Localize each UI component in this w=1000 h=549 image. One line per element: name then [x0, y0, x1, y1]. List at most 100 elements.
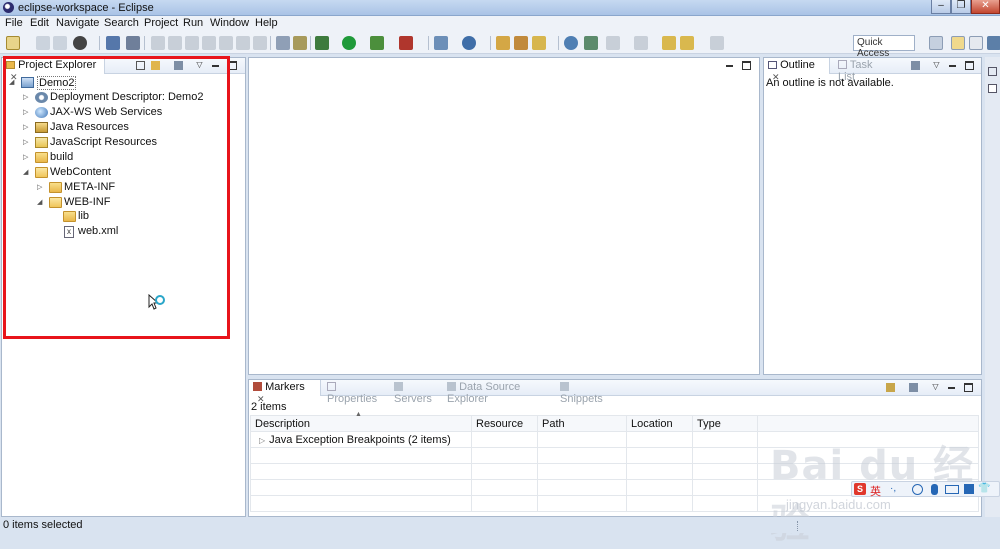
servers-icon: [394, 382, 403, 391]
new-icon[interactable]: [6, 36, 20, 50]
coverage-icon[interactable]: [370, 36, 384, 50]
resume-icon[interactable]: [151, 36, 165, 50]
annotation-icon[interactable]: [584, 36, 598, 50]
column-header-resource[interactable]: Resource: [471, 415, 538, 432]
column-header-location[interactable]: Location: [626, 415, 693, 432]
table-header-row: Description ▲ Resource Path Location Type: [250, 411, 979, 432]
table-row[interactable]: ▷ Java Exception Breakpoints (2 items): [250, 431, 979, 448]
maximize-view-icon[interactable]: [964, 383, 973, 392]
restore-icon[interactable]: [988, 67, 997, 76]
filters-icon[interactable]: [886, 383, 895, 392]
menu-bar: File Edit Navigate Search Project Run Wi…: [0, 16, 1000, 32]
microphone-icon[interactable]: [931, 484, 938, 495]
previous-annotation-icon[interactable]: [634, 36, 648, 50]
ime-logo-icon[interactable]: S: [854, 483, 866, 495]
minimize-view-icon[interactable]: [725, 61, 734, 70]
maximize-view-icon[interactable]: [742, 61, 751, 70]
step-over-icon[interactable]: [236, 36, 250, 50]
open-perspective-icon[interactable]: [929, 36, 943, 50]
new-web-service-icon[interactable]: [462, 36, 476, 50]
profile-icon[interactable]: [73, 36, 87, 50]
terminal-icon[interactable]: [106, 36, 120, 50]
eclipse-icon: [3, 2, 14, 13]
menu-file[interactable]: File: [5, 17, 23, 29]
use-step-filters-icon[interactable]: [293, 36, 307, 50]
debug-icon[interactable]: [315, 36, 329, 50]
open-task-icon[interactable]: [514, 36, 528, 50]
forward-icon[interactable]: [710, 36, 724, 50]
toolbar-separator: [270, 36, 271, 50]
tab-task-list[interactable]: Task List: [834, 58, 894, 83]
save-icon[interactable]: [36, 36, 50, 50]
new-server-icon[interactable]: [434, 36, 448, 50]
tab-outline[interactable]: Outline ✕: [764, 58, 830, 82]
toolbar-separator: [428, 36, 429, 50]
menu-navigate[interactable]: Navigate: [56, 17, 99, 29]
menu-edit[interactable]: Edit: [30, 17, 49, 29]
save-all-icon[interactable]: [53, 36, 67, 50]
tab-properties[interactable]: Properties: [323, 380, 389, 405]
column-label: Type: [697, 417, 721, 430]
close-button[interactable]: ✕: [971, 0, 1000, 14]
snippets-icon: [560, 382, 569, 391]
quick-access-input[interactable]: Quick Access: [853, 35, 915, 59]
status-selection: 0 items selected: [3, 519, 83, 531]
keyboard-icon[interactable]: [945, 485, 959, 494]
drop-to-frame-icon[interactable]: [276, 36, 290, 50]
outline-icon: [768, 61, 777, 69]
java-ee-perspective-icon[interactable]: [951, 36, 965, 50]
tab-markers[interactable]: Markers ✕: [249, 380, 321, 404]
step-return-icon[interactable]: [253, 36, 267, 50]
menu-help[interactable]: Help: [255, 17, 278, 29]
terminate-icon[interactable]: [185, 36, 199, 50]
java-perspective-icon[interactable]: [987, 36, 1000, 50]
open-type-icon[interactable]: [496, 36, 510, 50]
view-menu-icon[interactable]: [909, 383, 918, 392]
task-list-icon: [838, 60, 847, 69]
view-menu-icon[interactable]: [911, 61, 920, 70]
menu-project[interactable]: Project: [144, 17, 178, 29]
run-icon[interactable]: [342, 36, 356, 50]
tab-servers[interactable]: Servers: [390, 380, 442, 405]
ime-menu-icon[interactable]: 👕: [978, 483, 990, 494]
ime-language[interactable]: 英: [870, 483, 881, 499]
toolbar-separator: [490, 36, 491, 50]
emoji-icon[interactable]: [912, 484, 923, 495]
status-separator: [797, 521, 798, 531]
outline-tabstrip: Outline ✕ Task List ▽: [764, 58, 981, 83]
debug-perspective-icon[interactable]: [969, 36, 983, 50]
menu-run[interactable]: Run: [183, 17, 203, 29]
tab-label: Outline: [780, 59, 815, 71]
ime-punct-icon[interactable]: ·,: [890, 483, 896, 494]
back-icon[interactable]: [680, 36, 694, 50]
column-label: Path: [542, 417, 565, 430]
browser-icon[interactable]: [564, 36, 578, 50]
column-header-description[interactable]: Description ▲: [250, 411, 472, 432]
menu-search[interactable]: Search: [104, 17, 139, 29]
tab-data-source-explorer[interactable]: Data Source Explorer: [443, 380, 555, 405]
next-annotation-icon[interactable]: [606, 36, 620, 50]
menu-window[interactable]: Window: [210, 17, 249, 29]
chevron-down-icon[interactable]: ▽: [932, 61, 941, 70]
tab-snippets[interactable]: Snippets: [556, 380, 616, 405]
minimize-view-icon[interactable]: [948, 61, 957, 70]
disconnect-icon[interactable]: [202, 36, 216, 50]
chevron-down-icon[interactable]: ▽: [931, 383, 940, 392]
minimize-button[interactable]: –: [931, 0, 951, 14]
external-tools-icon[interactable]: [399, 36, 413, 50]
column-header-path[interactable]: Path: [537, 415, 627, 432]
collapsed-arrow-icon[interactable]: ▷: [259, 436, 265, 445]
table-row: [250, 463, 979, 480]
search-icon[interactable]: [532, 36, 546, 50]
outline-icon[interactable]: [988, 84, 997, 93]
skin-icon[interactable]: [964, 484, 974, 494]
minimize-view-icon[interactable]: [947, 383, 956, 392]
maximize-view-icon[interactable]: [965, 61, 974, 70]
maximize-button[interactable]: ❐: [951, 0, 971, 14]
column-header-type[interactable]: Type: [692, 415, 758, 432]
suspend-icon[interactable]: [168, 36, 182, 50]
last-edit-location-icon[interactable]: [662, 36, 676, 50]
table-cell: ▷ Java Exception Breakpoints (2 items): [250, 431, 472, 448]
skip-breakpoints-icon[interactable]: [126, 36, 140, 50]
step-into-icon[interactable]: [219, 36, 233, 50]
